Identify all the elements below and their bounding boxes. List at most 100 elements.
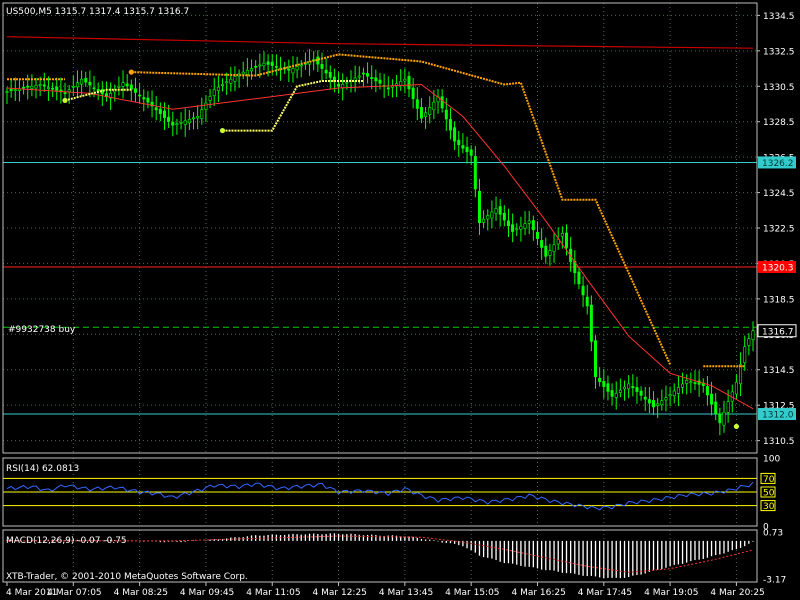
candle-body-145 [606, 383, 610, 392]
candle-body-20 [88, 81, 92, 86]
candle-body-176 [734, 381, 738, 395]
xtick-label-8: 4 Mar 16:25 [511, 588, 565, 598]
ytick-label-3: 1328.5 [763, 118, 795, 128]
tag-cyan-1326: 1326.2 [762, 159, 794, 169]
candle-body-157 [656, 403, 660, 406]
trading-chart-window[interactable]: 1334.51332.51330.51328.51326.51324.51322… [0, 0, 800, 600]
candle-body-148 [618, 389, 622, 393]
candle-body-77 [324, 69, 328, 74]
candle-body-0 [5, 91, 9, 93]
candle-body-155 [647, 399, 651, 404]
candle-body-54 [229, 78, 233, 84]
candle-body-171 [714, 401, 718, 414]
candle-body-5 [26, 85, 30, 88]
candle-body-144 [602, 380, 606, 387]
xtick-label-4: 4 Mar 11:05 [246, 588, 300, 598]
candle-body-31 [133, 88, 137, 93]
candle-body-89 [374, 77, 378, 82]
candle-body-41 [175, 123, 179, 126]
candle-body-29 [125, 83, 129, 87]
candle-body-118 [494, 208, 498, 214]
candle-body-164 [685, 380, 689, 384]
chart-background [0, 0, 800, 600]
candle-body-32 [138, 94, 142, 97]
ytick-label-0: 1334.5 [763, 12, 795, 22]
candle-body-103 [432, 101, 436, 111]
candle-body-17 [75, 82, 79, 88]
tag-red-1320: 1320.3 [762, 263, 794, 273]
candle-body-8 [38, 84, 42, 86]
rsi-title: RSI(14) 62.0813 [6, 464, 79, 474]
candle-body-135 [564, 232, 568, 248]
candle-body-107 [448, 119, 452, 131]
candle-body-140 [585, 296, 589, 307]
candle-body-102 [428, 107, 432, 115]
candle-body-127 [531, 220, 535, 231]
green-dot-1 [219, 127, 226, 134]
candle-body-121 [506, 220, 510, 227]
candle-body-49 [208, 96, 212, 101]
candle-body-12 [55, 86, 59, 91]
xtick-label-11: 4 Mar 20:25 [710, 588, 764, 598]
candle-body-60 [254, 66, 258, 68]
candle-body-126 [527, 220, 531, 224]
candle-body-123 [515, 228, 519, 231]
candle-body-117 [490, 211, 494, 219]
candle-body-95 [399, 81, 403, 86]
candle-body-11 [51, 87, 55, 90]
candle-body-55 [233, 76, 237, 82]
candle-body-47 [200, 109, 204, 119]
candle-body-88 [370, 77, 374, 79]
candle-body-178 [743, 346, 747, 364]
candle-body-69 [291, 68, 295, 74]
green-dot-2 [733, 423, 740, 430]
candle-body-44 [187, 119, 191, 124]
candle-body-162 [676, 387, 680, 394]
candle-body-172 [718, 413, 722, 424]
candle-body-65 [274, 66, 278, 68]
candle-body-166 [693, 382, 697, 384]
candle-body-70 [295, 66, 299, 71]
candle-body-71 [299, 64, 303, 67]
candle-body-40 [171, 122, 175, 126]
candle-body-146 [610, 390, 614, 397]
candle-body-43 [183, 120, 187, 125]
candle-body-10 [46, 87, 50, 89]
macd-title: MACD(12,26,9) -0.07 -0.75 [6, 536, 127, 546]
candle-body-80 [337, 84, 341, 87]
xtick-label-10: 4 Mar 19:05 [644, 588, 698, 598]
candle-body-129 [540, 240, 544, 248]
candle-body-165 [689, 381, 693, 383]
candle-body-61 [258, 64, 262, 67]
watermark: XTB-Trader, © 2001-2010 MetaQuotes Softw… [6, 572, 248, 582]
candle-body-177 [739, 364, 743, 385]
candle-body-131 [548, 250, 552, 256]
candle-body-149 [623, 386, 627, 390]
candle-body-151 [631, 386, 635, 389]
ytick-label-12: 1310.5 [763, 437, 795, 447]
candle-body-27 [117, 85, 121, 88]
candle-body-169 [705, 386, 709, 396]
candle-body-19 [84, 78, 88, 83]
xtick-label-3: 4 Mar 09:45 [180, 588, 234, 598]
candle-body-90 [378, 79, 382, 84]
xtick-label-2: 4 Mar 08:25 [114, 588, 168, 598]
candle-body-86 [361, 72, 365, 75]
rsi-ytick-100: 100 [763, 455, 780, 465]
candle-body-152 [635, 387, 639, 392]
candle-body-16 [71, 85, 75, 88]
candle-body-101 [424, 112, 428, 117]
candle-body-109 [457, 139, 461, 146]
candle-body-92 [386, 87, 390, 90]
candle-body-160 [668, 394, 672, 397]
candle-body-113 [473, 156, 477, 190]
candle-body-156 [652, 400, 656, 408]
candle-body-141 [589, 304, 593, 342]
candle-body-128 [535, 231, 539, 239]
candle-body-48 [204, 102, 208, 110]
candle-body-116 [486, 215, 490, 220]
candle-body-37 [158, 108, 162, 115]
xtick-label-5: 4 Mar 12:25 [313, 588, 367, 598]
rsi-ytick-30: 30 [763, 502, 775, 512]
candle-body-110 [461, 145, 465, 149]
